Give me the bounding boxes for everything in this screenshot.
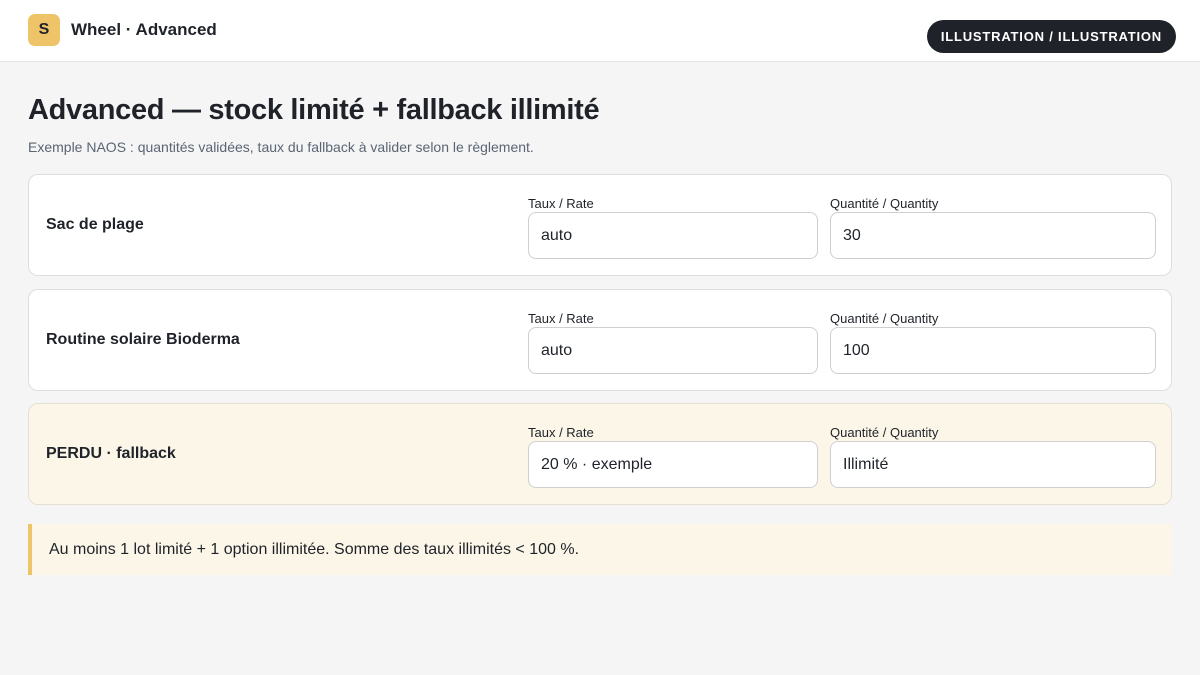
prize-name: Routine solaire Bioderma	[46, 331, 240, 348]
prize-name: PERDU · fallback	[46, 445, 176, 462]
app-logo[interactable]: S	[28, 14, 60, 46]
rate-input[interactable]	[528, 441, 818, 488]
app-title: Wheel · Advanced	[71, 20, 217, 39]
quantity-label: Quantité / Quantity	[830, 425, 939, 440]
quantity-label: Quantité / Quantity	[830, 311, 939, 326]
prize-card-routine-solaire: Routine solaire Bioderma Taux / Rate Qua…	[28, 289, 1172, 391]
rules-note: Au moins 1 lot limité + 1 option illimit…	[28, 524, 1172, 575]
quantity-input[interactable]	[830, 212, 1156, 259]
rate-label: Taux / Rate	[528, 311, 594, 326]
prize-name: Sac de plage	[46, 216, 144, 233]
rate-input[interactable]	[528, 327, 818, 374]
rate-input[interactable]	[528, 212, 818, 259]
prize-card-fallback: PERDU · fallback Taux / Rate Quantité / …	[28, 403, 1172, 505]
rate-label: Taux / Rate	[528, 425, 594, 440]
quantity-input[interactable]	[830, 327, 1156, 374]
page-title: Advanced — stock limité + fallback illim…	[28, 94, 600, 126]
rate-label: Taux / Rate	[528, 196, 594, 211]
mode-badge: ILLUSTRATION / ILLUSTRATION	[926, 20, 1176, 53]
quantity-input[interactable]	[830, 441, 1156, 488]
quantity-label: Quantité / Quantity	[830, 196, 939, 211]
prize-card-sac-de-plage: Sac de plage Taux / Rate Quantité / Quan…	[28, 174, 1172, 276]
top-bar: S Wheel · Advanced ILLUSTRATION / ILLUST…	[0, 0, 1200, 62]
page-subtitle: Exemple NAOS : quantités validées, taux …	[28, 139, 534, 155]
